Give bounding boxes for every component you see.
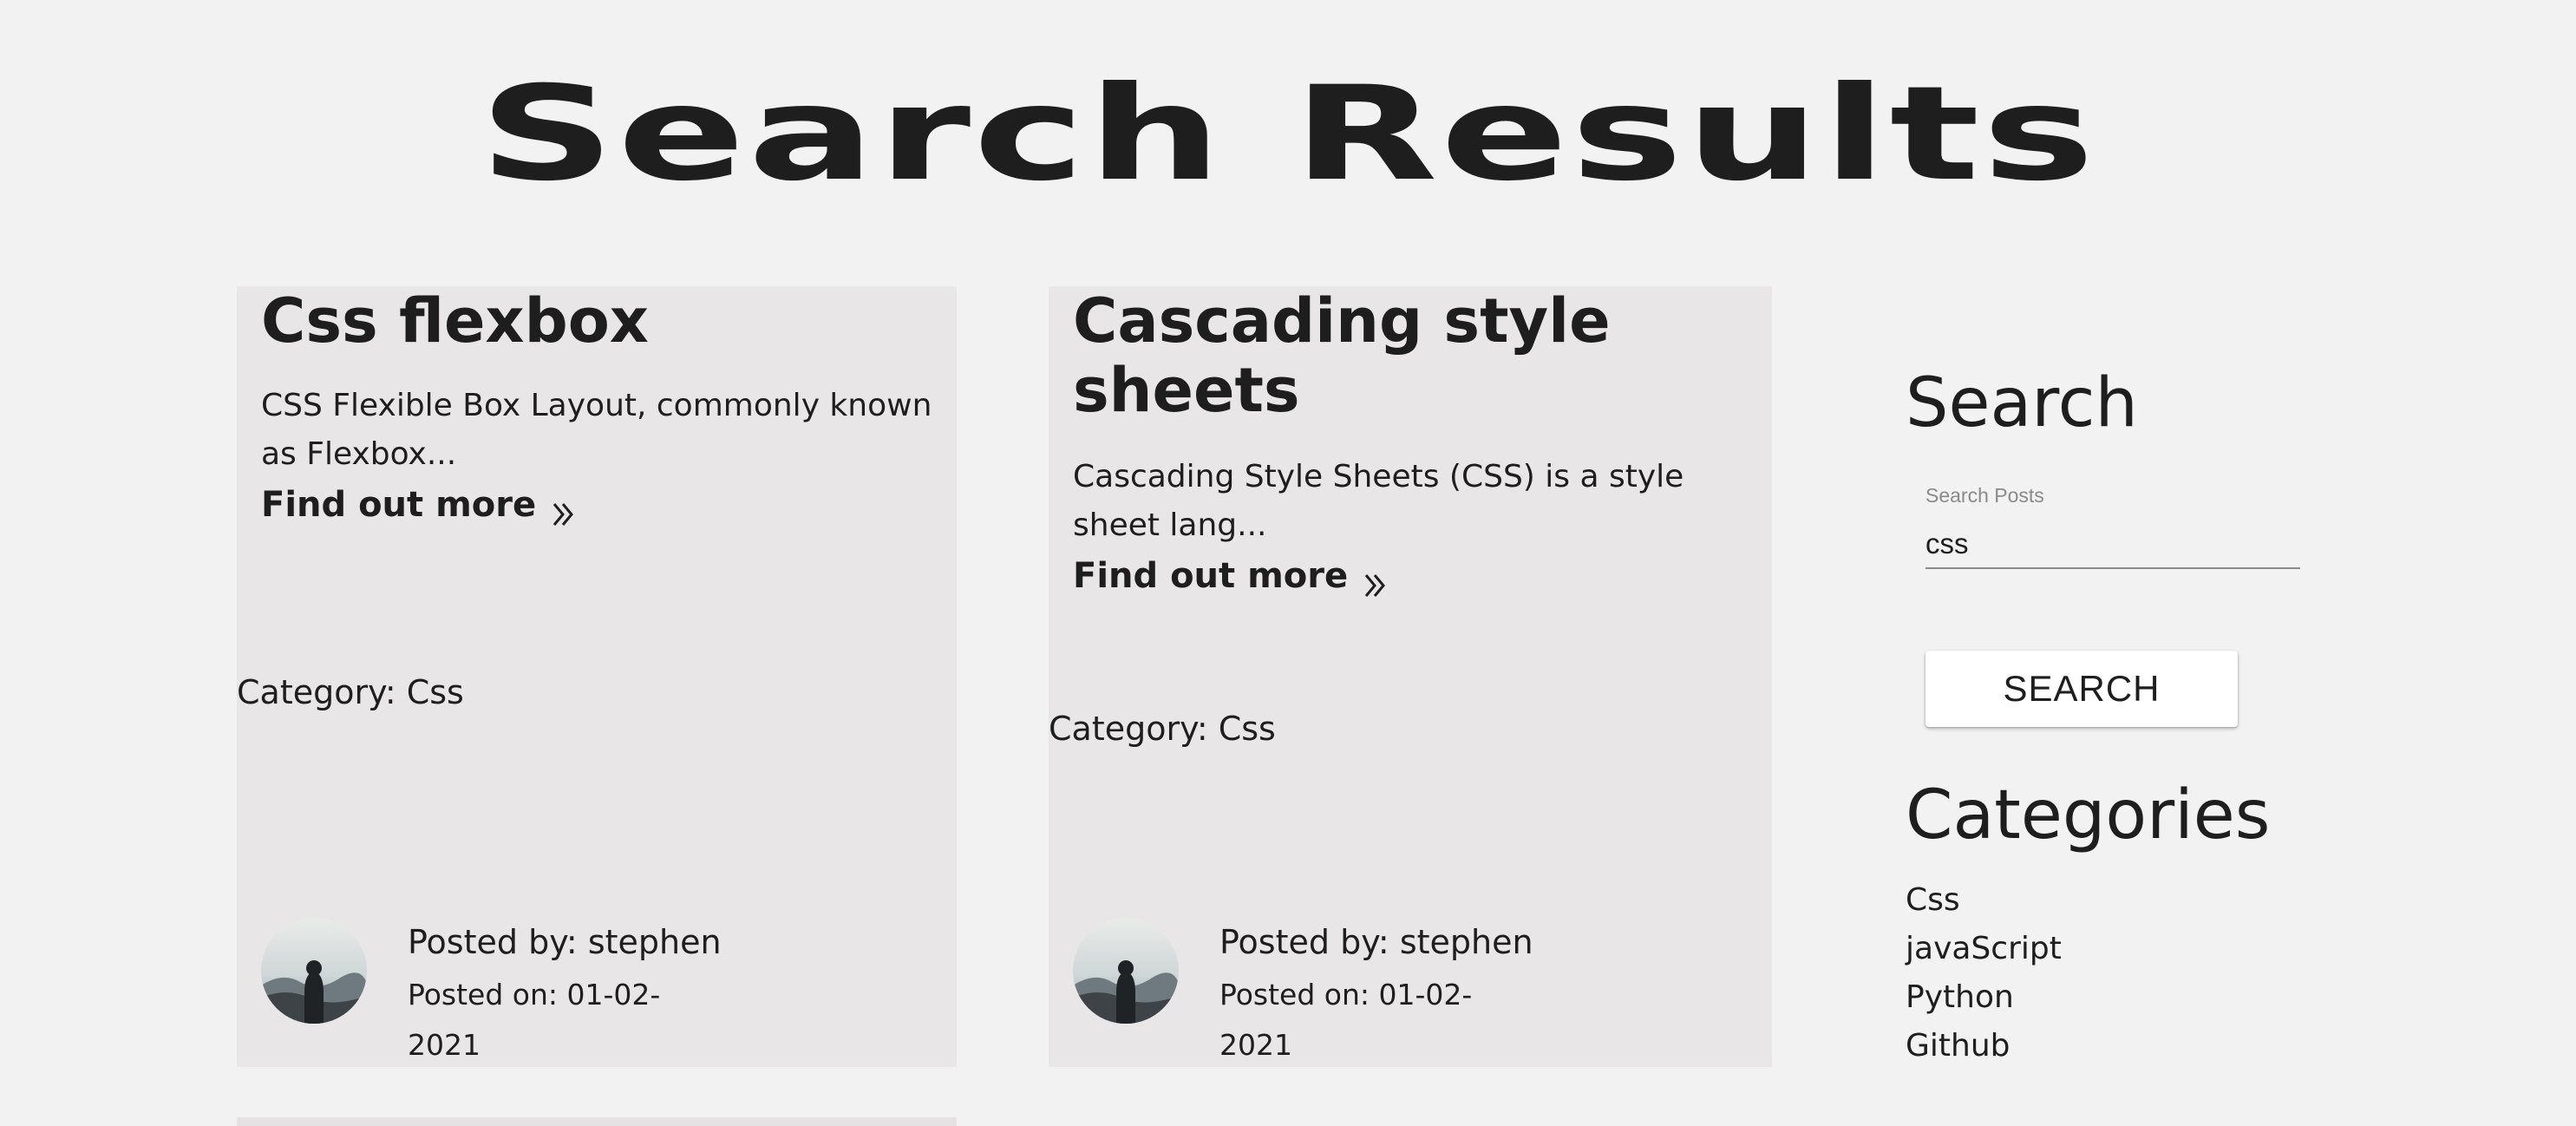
author-avatar [1073, 918, 1179, 1024]
posted-by: Posted by: stephen [1219, 923, 1533, 961]
find-out-more-label: Find out more [261, 485, 537, 525]
post-excerpt: CSS Flexible Box Layout, commonly known … [261, 388, 932, 472]
post-card: Cascading style sheets Cascading Style S… [1049, 286, 1772, 1067]
next-post-card [237, 1117, 957, 1126]
search-input[interactable] [1925, 520, 2300, 569]
category-list: Css javaScript Python Github [1906, 876, 2062, 1070]
double-chevron-right-icon [1363, 563, 1388, 597]
search-button[interactable]: SEARCH [1925, 651, 2238, 727]
posted-on: Posted on: 01-02-2021 [408, 978, 661, 1062]
category-link-javascript[interactable]: javaScript [1906, 925, 2062, 973]
author-avatar [261, 918, 367, 1024]
post-category: Category: Css [1049, 710, 1276, 748]
double-chevron-right-icon [552, 492, 576, 526]
page-title: Search Results [479, 59, 2097, 210]
find-out-more-label: Find out more [1073, 556, 1349, 596]
search-label: Search Posts [1925, 484, 2044, 507]
post-title[interactable]: Cascading style sheets [1073, 286, 1732, 425]
category-link-css[interactable]: Css [1906, 876, 2062, 925]
find-out-more-link[interactable]: Find out more [1073, 552, 1388, 600]
post-title[interactable]: Css flexbox [261, 286, 920, 356]
find-out-more-link[interactable]: Find out more [261, 481, 576, 529]
category-link-python[interactable]: Python [1906, 973, 2062, 1022]
post-card: Css flexbox CSS Flexible Box Layout, com… [237, 286, 957, 1067]
search-heading: Search [1906, 364, 2138, 442]
post-excerpt: Cascading Style Sheets (CSS) is a style … [1073, 459, 1684, 543]
categories-heading: Categories [1906, 776, 2271, 854]
category-link-github[interactable]: Github [1906, 1022, 2062, 1070]
post-category: Category: Css [237, 673, 464, 711]
posted-by: Posted by: stephen [408, 923, 722, 961]
posted-on: Posted on: 01-02-2021 [1219, 978, 1473, 1062]
